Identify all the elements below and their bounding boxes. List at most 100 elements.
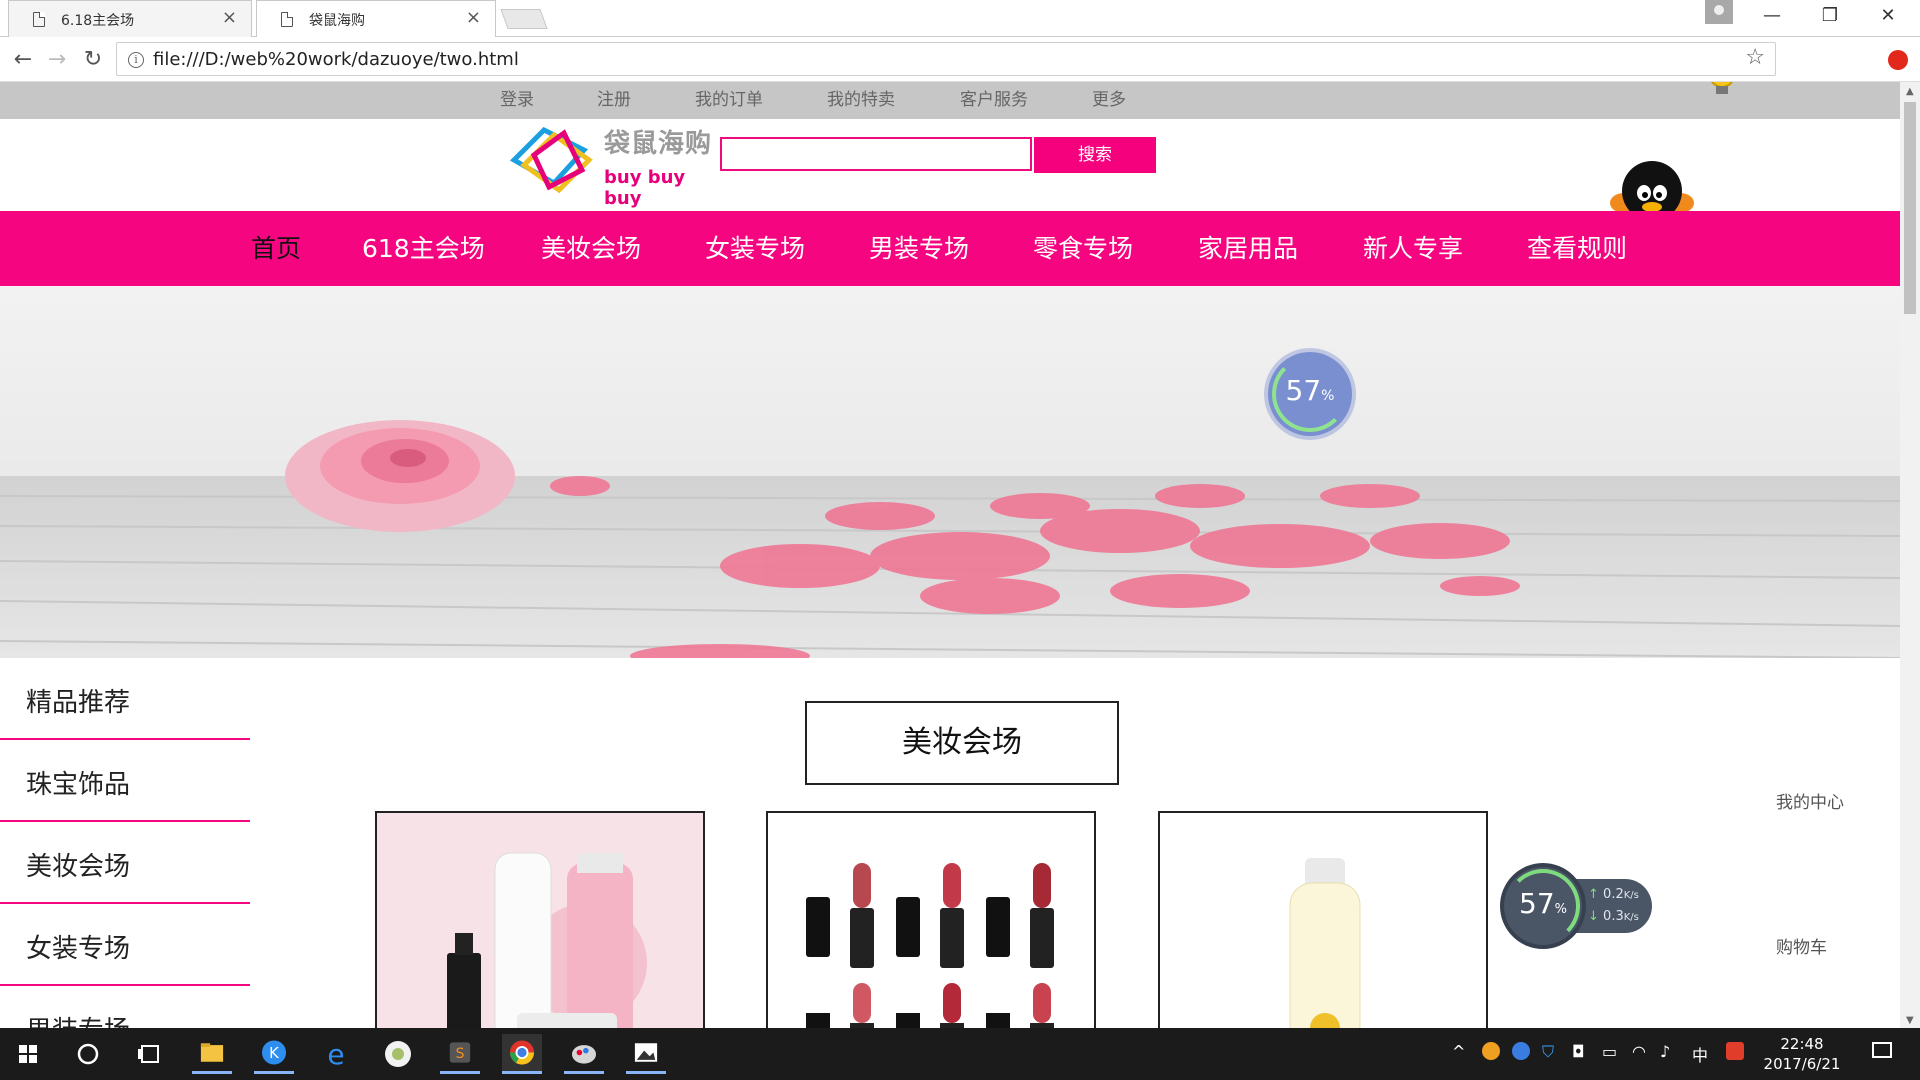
nav-womens[interactable]: 女装专场 (705, 211, 805, 286)
sidebar-item-label: 精品推荐 (26, 688, 131, 718)
logo-chinese-text: 袋鼠海购 (604, 129, 713, 159)
float-ball-value: 57% (1285, 374, 1335, 407)
rate-unit: K/s (1623, 912, 1639, 923)
search-input[interactable] (720, 137, 1032, 171)
download-speed: 0.3 (1603, 909, 1624, 924)
customer-service-link[interactable]: 客户服务 (960, 82, 1028, 119)
sogou-icon[interactable] (1726, 1042, 1744, 1060)
minimize-button[interactable]: — (1742, 0, 1802, 32)
clock-date: 2017/6/21 (1763, 1055, 1841, 1073)
network-speed-widget[interactable]: ↑ 0.2K/s ↓ 0.3K/s 57% (1500, 863, 1652, 949)
svg-text:K: K (269, 1045, 280, 1062)
nav-home-goods[interactable]: 家居用品 (1198, 211, 1298, 286)
sidebar-item-label: 女装专场 (26, 934, 131, 964)
nav-snacks[interactable]: 零食专场 (1033, 211, 1133, 286)
info-icon[interactable]: i (128, 52, 144, 68)
my-center-link[interactable]: 我的中心 (1776, 788, 1844, 813)
notification-icon[interactable] (1872, 1042, 1892, 1058)
upload-arrow-icon: ↑ (1588, 887, 1599, 902)
messenger-icon[interactable] (378, 1034, 418, 1074)
rate-unit: K/s (1623, 890, 1639, 901)
register-link[interactable]: 注册 (597, 82, 631, 119)
sidebar-item-jewelry[interactable]: 珠宝饰品 (0, 740, 250, 822)
volume-icon[interactable]: ♪ (1660, 1042, 1670, 1061)
restore-button[interactable]: ❐ (1800, 0, 1860, 32)
url-text: file:///D:/web%20work/dazuoye/two.html (153, 49, 519, 70)
reload-icon[interactable]: ↻ (78, 45, 108, 75)
task-view-icon[interactable] (130, 1034, 170, 1074)
product-card-lipsticks[interactable] (766, 811, 1096, 1028)
sidebar-item-label: 珠宝饰品 (26, 770, 131, 800)
forward-arrow-icon[interactable]: → (42, 45, 72, 75)
more-link[interactable]: 更多 (1092, 82, 1126, 119)
address-bar[interactable]: i file:///D:/web%20work/dazuoye/two.html… (116, 42, 1776, 76)
nav-618-main[interactable]: 618主会场 (362, 211, 485, 286)
bookmark-star-icon[interactable]: ☆ (1745, 45, 1765, 70)
windows-taskbar: K e S ^ ⛉ ◘ ▭ ◠ ♪ 中 22:48 2017/6/21 (0, 1028, 1920, 1080)
taskbar-clock[interactable]: 22:48 2017/6/21 (1752, 1034, 1852, 1074)
ime-indicator[interactable]: 中 (1692, 1042, 1708, 1066)
tray-app-icon[interactable] (1482, 1042, 1500, 1060)
page-scrollbar[interactable]: ▲ ▼ (1900, 82, 1920, 1028)
kugou-icon[interactable]: K (254, 1034, 294, 1074)
file-explorer-icon[interactable] (192, 1034, 232, 1074)
browser-toolbar: ← → ↻ i file:///D:/web%20work/dazuoye/tw… (0, 37, 1920, 82)
windows-start-icon[interactable] (8, 1034, 48, 1074)
skincare-bottles-image (377, 813, 703, 1028)
scrollbar-thumb[interactable] (1904, 102, 1916, 314)
nav-rules[interactable]: 查看规则 (1527, 211, 1627, 286)
logo-english-text: buy buy buy (604, 167, 686, 209)
close-window-button[interactable]: ✕ (1858, 0, 1918, 32)
browser-tab-1[interactable]: 6.18主会场 × (8, 0, 252, 37)
nav-new-user[interactable]: 新人专享 (1363, 211, 1463, 286)
rose-petals-image (0, 420, 1900, 658)
lipsticks-image (768, 813, 1094, 1028)
memory-float-ball[interactable]: 57% (1268, 352, 1352, 436)
tray-app-icon[interactable] (1512, 1042, 1530, 1060)
search-circle-icon[interactable] (68, 1034, 108, 1074)
product-card-skincare[interactable] (375, 811, 705, 1028)
chrome-icon[interactable] (502, 1034, 542, 1074)
profile-icon[interactable] (1705, 0, 1733, 24)
memory-usage-ball: 57% (1500, 863, 1586, 949)
product-card-toner[interactable] (1158, 811, 1488, 1028)
site-logo[interactable]: 袋鼠海购 buy buy buy (504, 123, 714, 209)
extension-icon[interactable] (1888, 50, 1908, 70)
sidebar-item-label: 美妆会场 (26, 852, 131, 882)
battery-icon[interactable]: ▭ (1602, 1042, 1617, 1061)
browser-tab-2[interactable]: 袋鼠海购 × (256, 0, 496, 37)
sidebar-item-label: 男装专场 (26, 1010, 130, 1028)
paint-icon[interactable] (564, 1034, 604, 1074)
login-link[interactable]: 登录 (500, 82, 534, 119)
tray-chevron-icon[interactable]: ^ (1452, 1042, 1465, 1061)
tray-camera-icon[interactable]: ◘ (1572, 1042, 1585, 1061)
back-arrow-icon[interactable]: ← (8, 45, 38, 75)
tab-close-icon[interactable]: × (466, 7, 481, 28)
scroll-up-arrow-icon[interactable]: ▲ (1906, 86, 1914, 97)
scroll-down-arrow-icon[interactable]: ▼ (1906, 1015, 1914, 1026)
my-orders-link[interactable]: 我的订单 (695, 82, 763, 119)
shield-icon[interactable]: ⛉ (1542, 1042, 1554, 1062)
sidebar-item-womens[interactable]: 女装专场 (0, 904, 250, 986)
photos-icon[interactable] (626, 1034, 666, 1074)
nav-home[interactable]: 首页 (251, 211, 301, 286)
svg-text:e: e (327, 1038, 344, 1071)
svg-text:S: S (456, 1046, 465, 1062)
my-sales-link[interactable]: 我的特卖 (827, 82, 895, 119)
wifi-icon[interactable]: ◠ (1632, 1042, 1646, 1061)
sidebar-item-beauty[interactable]: 美妆会场 (0, 822, 250, 904)
tab-title: 袋鼠海购 (309, 13, 365, 29)
clock-time: 22:48 (1780, 1035, 1824, 1053)
sublime-icon[interactable]: S (440, 1034, 480, 1074)
search-button[interactable]: 搜索 (1034, 137, 1156, 173)
edge-icon[interactable]: e (316, 1034, 356, 1074)
tab-close-icon[interactable]: × (222, 7, 237, 28)
percent-unit: % (1554, 902, 1567, 917)
nav-beauty[interactable]: 美妆会场 (541, 211, 641, 286)
shopping-cart-link[interactable]: 购物车 (1776, 933, 1827, 958)
sidebar-item-recommended[interactable]: 精品推荐 (0, 658, 250, 740)
new-tab-button[interactable] (500, 9, 548, 29)
sidebar-item-mens[interactable]: 男装专场 (0, 986, 250, 1028)
nav-mens[interactable]: 男装专场 (869, 211, 969, 286)
toner-bottle-image (1160, 813, 1486, 1028)
